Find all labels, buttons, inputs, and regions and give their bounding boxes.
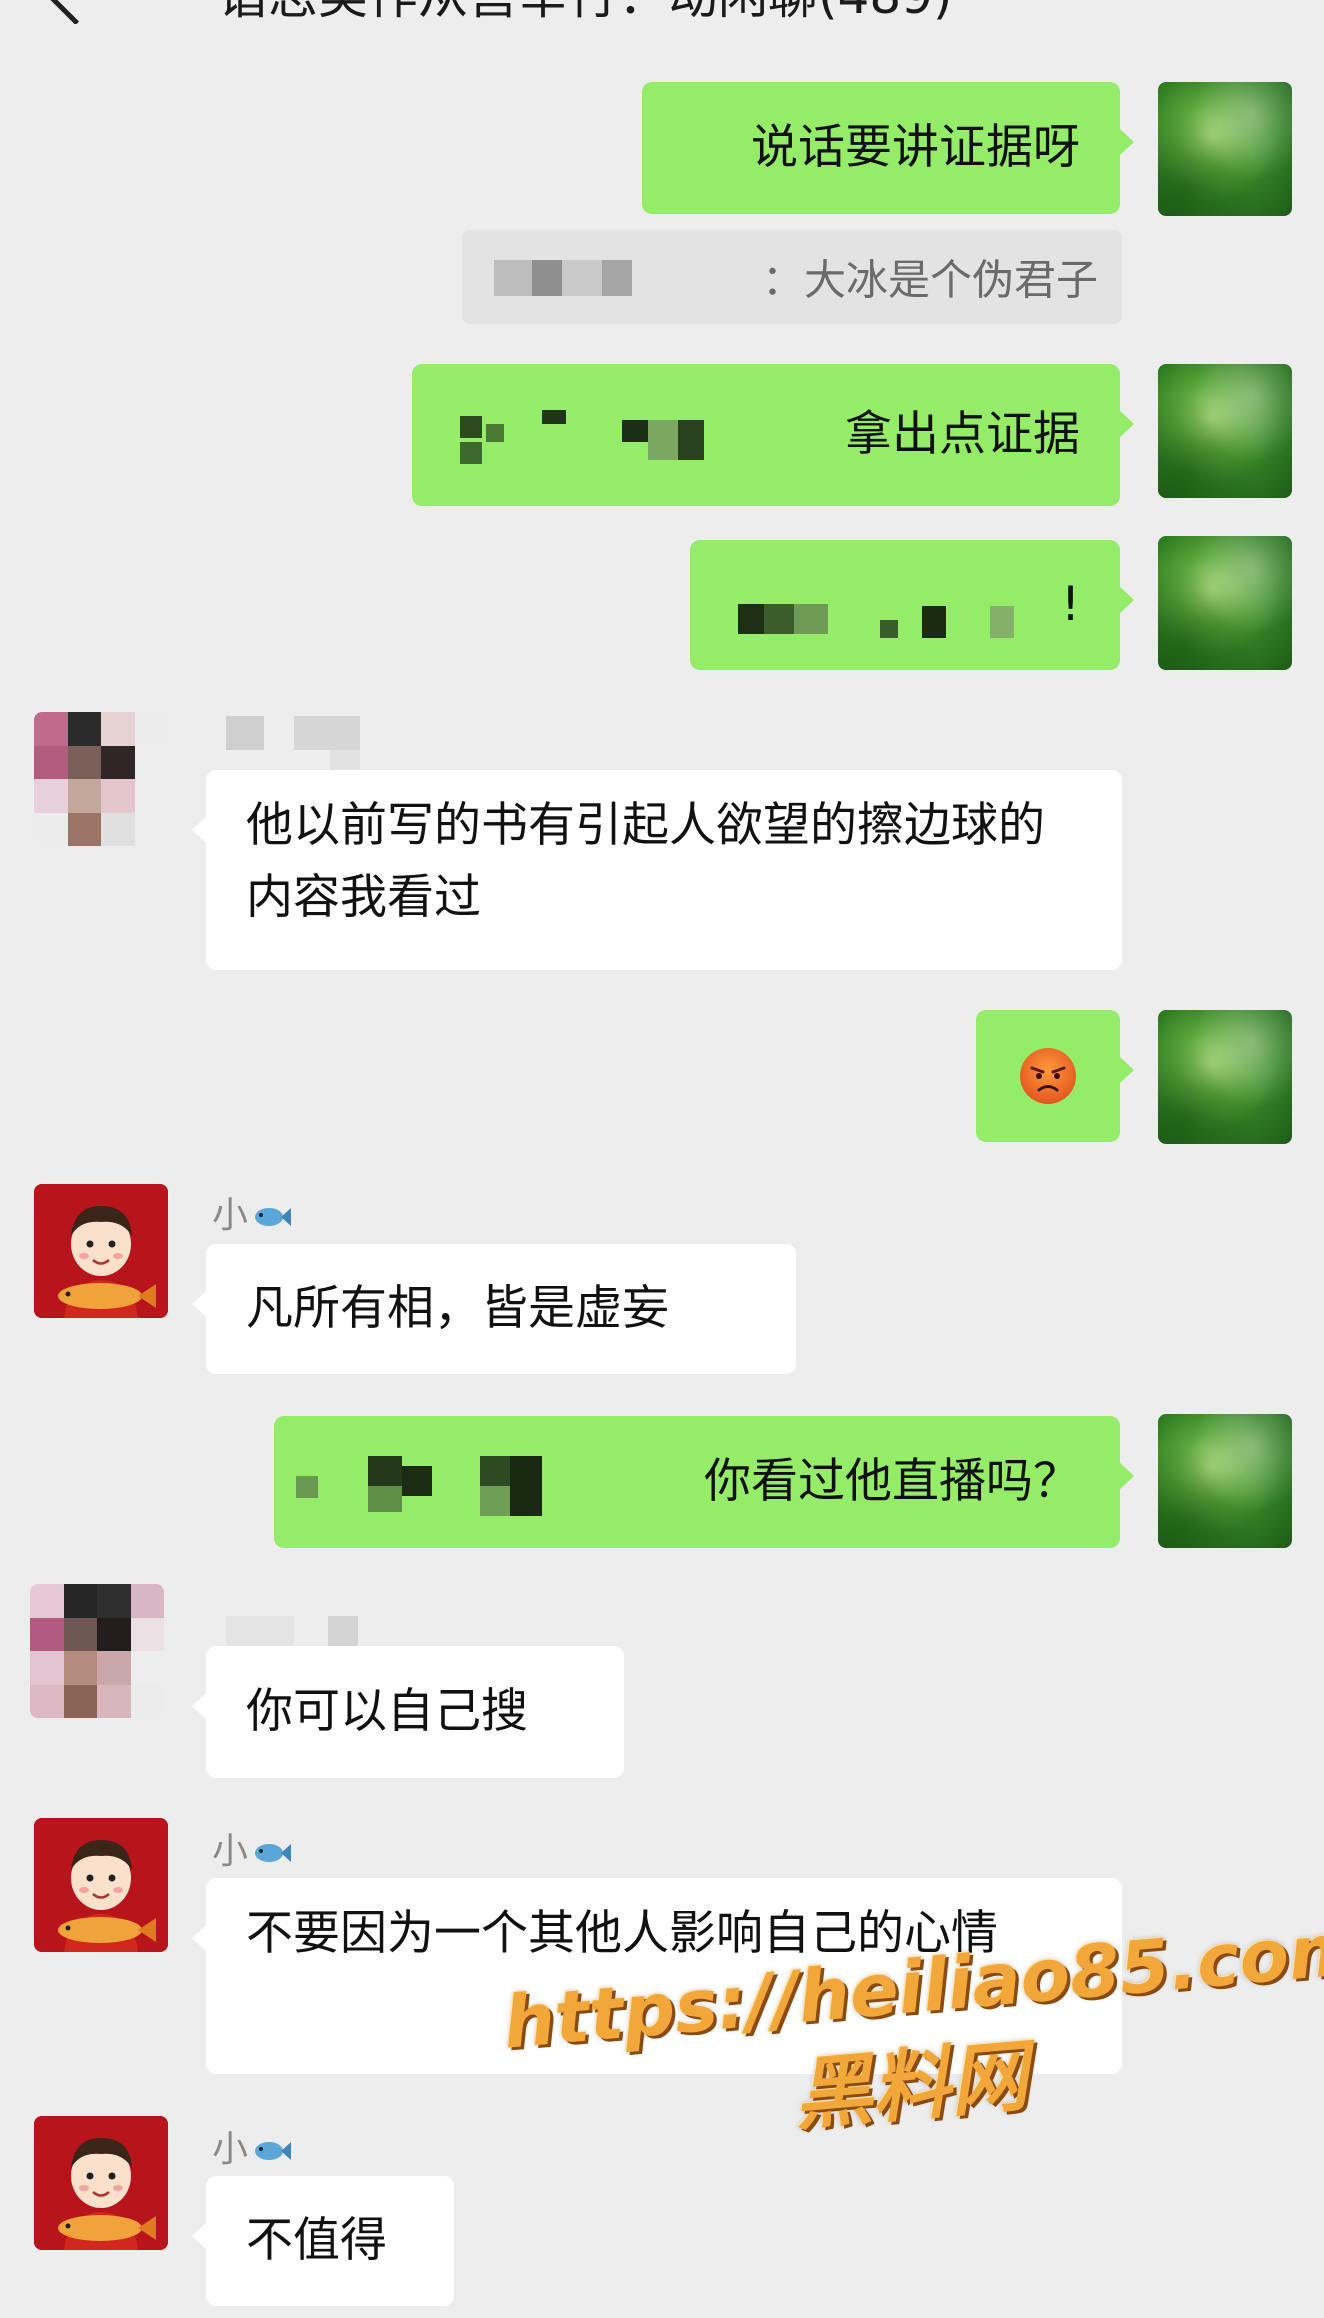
chat-header: 谐志美作从营举行：动闲聊(489)	[0, 0, 1324, 24]
sender-name: 小	[212, 1186, 292, 1238]
back-arrow-icon[interactable]	[47, 0, 104, 24]
pixelated-text	[738, 604, 764, 634]
mute-bell-icon	[1070, 0, 1110, 22]
boy-with-fish-icon	[34, 2116, 168, 2250]
message-bubble-self[interactable]: 拿出点证据	[412, 364, 1134, 506]
message-bubble-other[interactable]: 你可以自己搜	[192, 1646, 624, 1778]
user-avatar-pixelated[interactable]	[30, 1584, 164, 1718]
message-text: 你可以自己搜	[246, 1684, 528, 1739]
message-bubble-self[interactable]: 你看过他直播吗？	[274, 1416, 1134, 1548]
message-text: !	[1061, 577, 1080, 632]
message-text: 拿出点证据	[845, 407, 1080, 462]
message-bubble-other[interactable]: 他以前写的书有引起人欲望的擦边球的内容我看过	[192, 770, 1122, 970]
sender-name: 小	[212, 1822, 292, 1874]
fish-icon	[255, 1844, 292, 1862]
user-avatar-boy[interactable]	[34, 2116, 168, 2250]
message-text: 不值得	[246, 2213, 387, 2268]
boy-with-fish-icon	[34, 1184, 168, 1318]
quoted-text: ：大冰是个伪君子	[761, 255, 1098, 305]
message-bubble-self[interactable]	[976, 1010, 1134, 1142]
chat-title: 谐志美作从营举行：动闲聊(489)	[218, 0, 952, 24]
self-avatar[interactable]	[1158, 1414, 1292, 1548]
user-avatar-pixelated[interactable]	[34, 712, 168, 846]
user-avatar-boy[interactable]	[34, 1184, 168, 1318]
sender-name: 小	[212, 2120, 292, 2172]
pixelated-username	[226, 716, 264, 750]
message-text: 说话要讲证据呀	[751, 120, 1080, 175]
pixelated-text	[460, 416, 482, 438]
fish-icon	[255, 2142, 292, 2160]
quoted-message[interactable]: ：大冰是个伪君子	[462, 230, 1122, 324]
user-avatar-boy[interactable]	[34, 1818, 168, 1952]
message-bubble-other[interactable]: 不值得	[192, 2176, 454, 2306]
fish-icon	[255, 1208, 292, 1226]
self-avatar[interactable]	[1158, 364, 1292, 498]
message-bubble-self[interactable]: 说话要讲证据呀	[642, 82, 1134, 214]
pixelated-username	[494, 260, 532, 296]
self-avatar[interactable]	[1158, 82, 1292, 216]
self-avatar[interactable]	[1158, 1010, 1292, 1144]
boy-with-fish-icon	[34, 1818, 168, 1952]
message-text: 你看过他直播吗？	[704, 1454, 1080, 1509]
self-avatar[interactable]	[1158, 536, 1292, 670]
message-bubble-self[interactable]: !	[690, 540, 1134, 670]
message-text: 凡所有相，皆是虚妄	[246, 1281, 669, 1336]
pixelated-text	[296, 1476, 318, 1498]
message-text: 他以前写的书有引起人欲望的擦边球的内容我看过	[246, 798, 1045, 925]
angry-face-emoji-icon	[1020, 1048, 1076, 1104]
pixelated-username	[226, 1616, 294, 1648]
message-bubble-other[interactable]: 凡所有相，皆是虚妄	[192, 1244, 796, 1374]
